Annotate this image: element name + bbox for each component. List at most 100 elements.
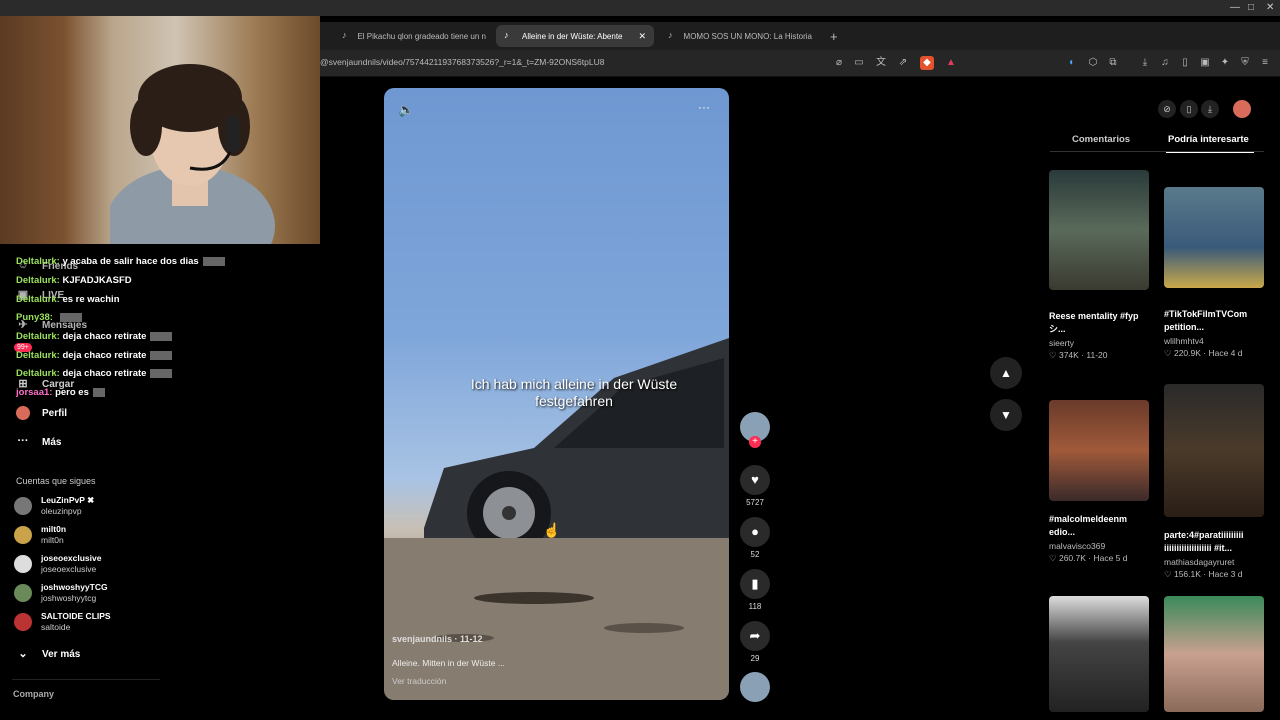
- browser-tab-bar: ♪ El Pikachu qlon gradeado tiene un n ♪ …: [320, 22, 1280, 50]
- bookmark-icon: ▮: [740, 569, 770, 599]
- download-icon[interactable]: ⤓: [1138, 56, 1152, 70]
- wallet-icon[interactable]: ▣: [1198, 56, 1212, 70]
- following-account[interactable]: SALTOIDE CLIPS saltoide: [14, 609, 111, 635]
- share-count: 29: [750, 654, 760, 663]
- avatar: [14, 613, 32, 631]
- following-account[interactable]: joseoexclusive joseoexclusive: [14, 551, 101, 577]
- chat-message: jorsaa1: pero es: [16, 387, 105, 398]
- related-video-card[interactable]: [1164, 596, 1264, 712]
- emote-image: [59, 312, 82, 322]
- next-video-button[interactable]: ▼: [990, 399, 1022, 431]
- music-disc-icon: [740, 672, 770, 702]
- author-avatar-button[interactable]: +: [740, 412, 770, 448]
- video-caption: Ich hab mich alleine in der Wüste festge…: [470, 376, 678, 409]
- rewards-icon[interactable]: ▲: [944, 56, 958, 70]
- chat-message: Deltalurk: es re wachin: [16, 294, 120, 305]
- following-account[interactable]: joshwoshyyTCG joshwoshyytcg: [14, 580, 108, 606]
- related-video-card[interactable]: Reese mentality #fypシ... sieerty ♡ 374K …: [1049, 170, 1149, 361]
- leo-icon[interactable]: ✦: [1218, 56, 1232, 70]
- video-description: Alleine. Mitten in der Wüste ...: [392, 658, 505, 668]
- video-thumbnail: [1049, 400, 1149, 501]
- streamer-image: [110, 64, 275, 244]
- tiktok-icon: ♪: [504, 30, 509, 40]
- chat-message: Deltalurk: deja chaco retirate: [16, 350, 173, 361]
- related-video-card[interactable]: #malcolmeldeenm edio... malvavisco369 ♡ …: [1049, 400, 1149, 564]
- minimize-icon[interactable]: —: [1230, 2, 1240, 13]
- share-arrow-icon: ➦: [740, 621, 770, 651]
- avatar: [14, 555, 32, 573]
- related-video-card[interactable]: #TikTokFilmTVCom petition... wlilhmhtv4 …: [1164, 187, 1264, 359]
- address-bar[interactable]: @svenjaundnils/video/7574421193768373526…: [320, 50, 1280, 77]
- translate-icon[interactable]: 文: [874, 56, 888, 70]
- emote-image: [92, 387, 105, 397]
- sidebar-icon[interactable]: ▯: [1178, 56, 1192, 70]
- chat-message: Puny38:: [16, 312, 82, 323]
- chat-message: Deltalurk: y acaba de salir hace dos dia…: [16, 256, 225, 267]
- tab-label: Alleine in der Wüste: Abente: [522, 31, 623, 41]
- emote-image: [150, 331, 173, 341]
- previous-video-button[interactable]: ▲: [990, 357, 1022, 389]
- nav-more[interactable]: ··· Más: [16, 435, 62, 449]
- chevron-up-icon: ▲: [1000, 366, 1012, 380]
- comment-count: 52: [750, 550, 760, 559]
- related-video-card[interactable]: parte:4#paratiiiiiiiii iiiiiiiiiiiiiiiii…: [1164, 384, 1264, 580]
- comment-icon: ●: [740, 517, 770, 547]
- music-icon[interactable]: ♫: [1158, 56, 1172, 70]
- video-author[interactable]: svenjaundnils · 11-12: [392, 634, 483, 644]
- more-options-icon[interactable]: ···: [698, 100, 710, 114]
- browser-tab-3[interactable]: ♪ MOMO SOS UN MONO: La Historia: [660, 25, 820, 47]
- vpn-icon[interactable]: ⛨: [1238, 56, 1252, 70]
- chat-message: Deltalurk: deja chaco retirate: [16, 368, 173, 379]
- cast-icon[interactable]: ⧉: [1106, 56, 1120, 70]
- see-more-button[interactable]: ⌄ Ver más: [16, 647, 80, 661]
- share-icon[interactable]: ⇗: [896, 56, 910, 70]
- volume-icon[interactable]: 🔈: [398, 102, 414, 118]
- side-panel-tabs: Comentarios Podría interesarte: [1050, 130, 1264, 153]
- tab-label: El Pikachu qlon gradeado tiene un n: [357, 31, 486, 41]
- browser-tab-2[interactable]: ♪ Alleine in der Wüste: Abente ✕: [496, 25, 654, 47]
- close-tab-icon[interactable]: ✕: [638, 31, 646, 42]
- compass-icon[interactable]: ⊘: [1158, 100, 1176, 118]
- tab-related[interactable]: Podría interesarte: [1168, 134, 1249, 145]
- chevron-down-icon: ⌄: [18, 648, 28, 660]
- like-button[interactable]: ♥ 5727: [740, 465, 770, 507]
- url-text[interactable]: @svenjaundnils/video/7574421193768373526…: [320, 57, 604, 67]
- follow-plus-icon[interactable]: +: [749, 436, 761, 448]
- avatar: [14, 584, 32, 602]
- extension-icon[interactable]: ⬡: [1086, 56, 1100, 70]
- tab-comments[interactable]: Comentarios: [1072, 134, 1130, 145]
- more-dots-icon: ···: [17, 435, 29, 447]
- like-count: 5727: [746, 498, 764, 507]
- phone-icon[interactable]: ▯: [1180, 100, 1198, 118]
- sound-disc-button[interactable]: [740, 672, 770, 702]
- emote-image: [150, 350, 173, 360]
- save-button[interactable]: ▮ 118: [740, 569, 770, 611]
- see-translation-link[interactable]: Ver traducción: [392, 676, 446, 686]
- download-icon[interactable]: ⤓: [1201, 100, 1219, 118]
- avatar: [14, 497, 32, 515]
- comment-button[interactable]: ● 52: [740, 517, 770, 559]
- user-avatar-icon[interactable]: [1233, 100, 1251, 118]
- save-count: 118: [748, 602, 762, 611]
- brave-shield-icon[interactable]: ◆: [920, 56, 934, 70]
- profile-avatar-icon: [16, 406, 30, 420]
- avatar: [14, 526, 32, 544]
- related-video-card[interactable]: [1049, 596, 1149, 712]
- screen-icon[interactable]: ▭: [852, 56, 866, 70]
- nav-profile[interactable]: Perfil: [16, 406, 67, 420]
- footer-company-link[interactable]: Company: [13, 689, 54, 699]
- chat-message: Deltalurk: deja chaco retirate: [16, 331, 173, 342]
- share-button[interactable]: ➦ 29: [740, 621, 770, 663]
- close-window-icon[interactable]: ✕: [1266, 2, 1274, 13]
- menu-icon[interactable]: ≡: [1258, 56, 1272, 70]
- emote-image: [202, 256, 225, 266]
- video-player[interactable]: 🔈 ··· Ich hab mich alleine in der Wüste …: [384, 88, 729, 700]
- no-tracking-icon[interactable]: ⌀: [832, 56, 846, 70]
- os-title-bar: — □ ✕: [0, 0, 1280, 16]
- maximize-icon[interactable]: □: [1248, 2, 1254, 13]
- following-account[interactable]: milt0n milt0n: [14, 522, 66, 548]
- browser-tab-1[interactable]: ♪ El Pikachu qlon gradeado tiene un n: [334, 25, 494, 47]
- new-tab-button[interactable]: +: [822, 25, 846, 47]
- following-account[interactable]: LeuZinPvP ✖ oleuzinpvp: [14, 493, 94, 519]
- audio-icon[interactable]: ◖: [1064, 56, 1078, 70]
